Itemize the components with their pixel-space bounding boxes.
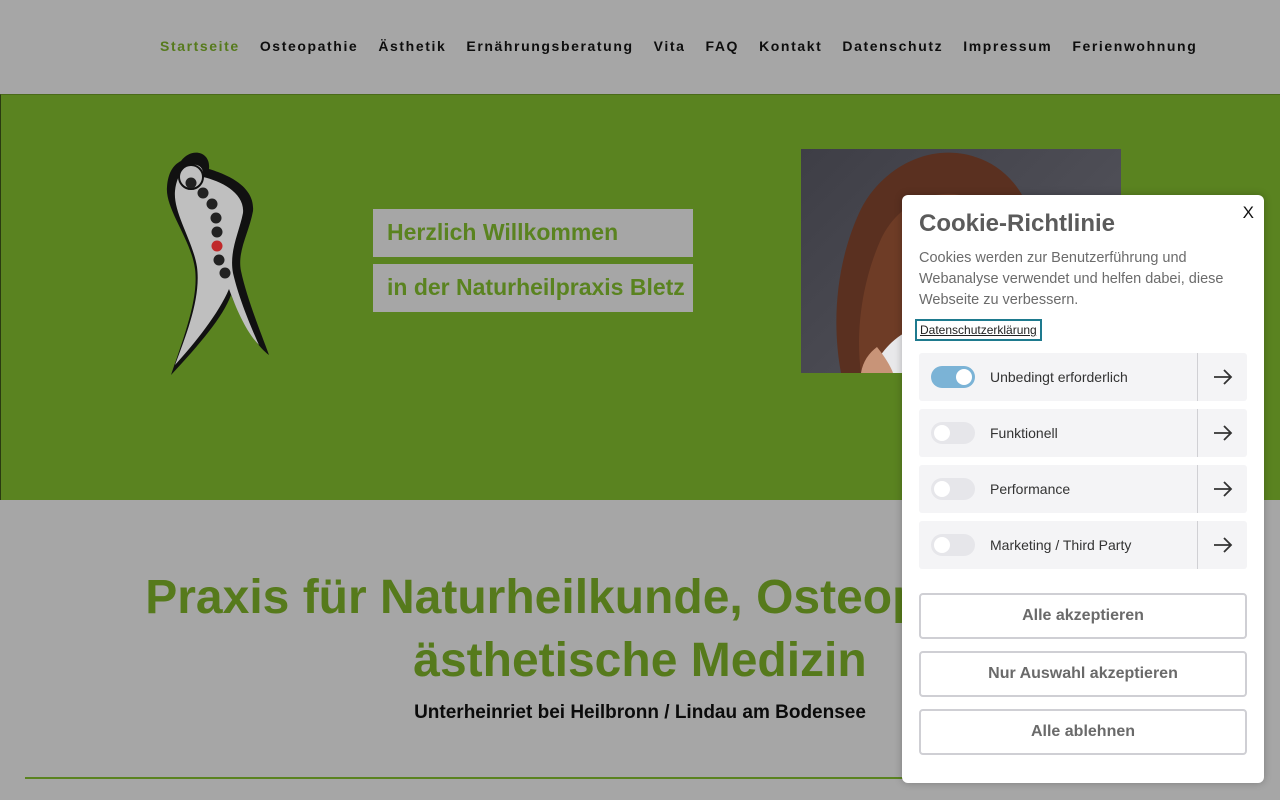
arrow-right-icon[interactable] xyxy=(1211,365,1235,389)
category-separator xyxy=(1197,409,1198,457)
category-separator xyxy=(1197,353,1198,401)
cookie-category-marketing: Marketing / Third Party xyxy=(919,521,1247,569)
toggle-essential[interactable] xyxy=(931,366,975,388)
accept-all-button[interactable]: Alle akzeptieren xyxy=(919,593,1247,639)
nav-item-aesthetik[interactable]: Ästhetik xyxy=(378,38,446,54)
cookie-title: Cookie-Richtlinie xyxy=(919,210,1116,237)
nav-item-ferienwohnung[interactable]: Ferienwohnung xyxy=(1072,38,1197,54)
toggle-knob xyxy=(934,537,950,553)
toggle-functional[interactable] xyxy=(931,422,975,444)
nav-item-faq[interactable]: FAQ xyxy=(705,38,739,54)
nav-item-datenschutz[interactable]: Datenschutz xyxy=(842,38,943,54)
nav-item-vita[interactable]: Vita xyxy=(654,38,686,54)
nav-item-kontakt[interactable]: Kontakt xyxy=(759,38,822,54)
close-icon[interactable]: X xyxy=(1243,203,1254,223)
welcome-line-2: in der Naturheilpraxis Bletz xyxy=(387,274,685,300)
welcome-heading-box: Herzlich Willkommen xyxy=(373,209,693,257)
category-separator xyxy=(1197,465,1198,513)
cookie-category-functional: Funktionell xyxy=(919,409,1247,457)
category-label: Marketing / Third Party xyxy=(990,537,1132,553)
nav-item-osteopathie[interactable]: Osteopathie xyxy=(260,38,359,54)
toggle-knob xyxy=(934,425,950,441)
top-navigation: Startseite Osteopathie Ästhetik Ernährun… xyxy=(0,0,1280,94)
welcome-line-1: Herzlich Willkommen xyxy=(387,219,619,245)
cookie-consent-panel: X Cookie-Richtlinie Cookies werden zur B… xyxy=(902,195,1264,783)
reject-all-button[interactable]: Alle ablehnen xyxy=(919,709,1247,755)
spine-figure-logo[interactable] xyxy=(159,149,271,375)
cookie-category-essential: Unbedingt erforderlich xyxy=(919,353,1247,401)
welcome-subheading-box: in der Naturheilpraxis Bletz xyxy=(373,264,693,312)
cookie-description: Cookies werden zur Benutzerführung und W… xyxy=(919,250,1224,308)
nav-item-impressum[interactable]: Impressum xyxy=(963,38,1052,54)
arrow-right-icon[interactable] xyxy=(1211,477,1235,501)
category-label: Funktionell xyxy=(990,425,1058,441)
category-label: Unbedingt erforderlich xyxy=(990,369,1128,385)
toggle-performance[interactable] xyxy=(931,478,975,500)
category-separator xyxy=(1197,521,1198,569)
arrow-right-icon[interactable] xyxy=(1211,421,1235,445)
category-label: Performance xyxy=(990,481,1071,497)
nav-list: Startseite Osteopathie Ästhetik Ernährun… xyxy=(160,38,1217,54)
toggle-knob xyxy=(956,369,972,385)
arrow-right-icon[interactable] xyxy=(1211,533,1235,557)
accept-selection-button[interactable]: Nur Auswahl akzeptieren xyxy=(919,651,1247,697)
privacy-policy-link[interactable]: Datenschutzerklärung xyxy=(915,319,1042,341)
cookie-category-performance: Performance xyxy=(919,465,1247,513)
nav-item-startseite[interactable]: Startseite xyxy=(160,38,240,54)
toggle-marketing[interactable] xyxy=(931,534,975,556)
toggle-knob xyxy=(934,481,950,497)
nav-item-ernaehrungsberatung[interactable]: Ernährungsberatung xyxy=(466,38,633,54)
